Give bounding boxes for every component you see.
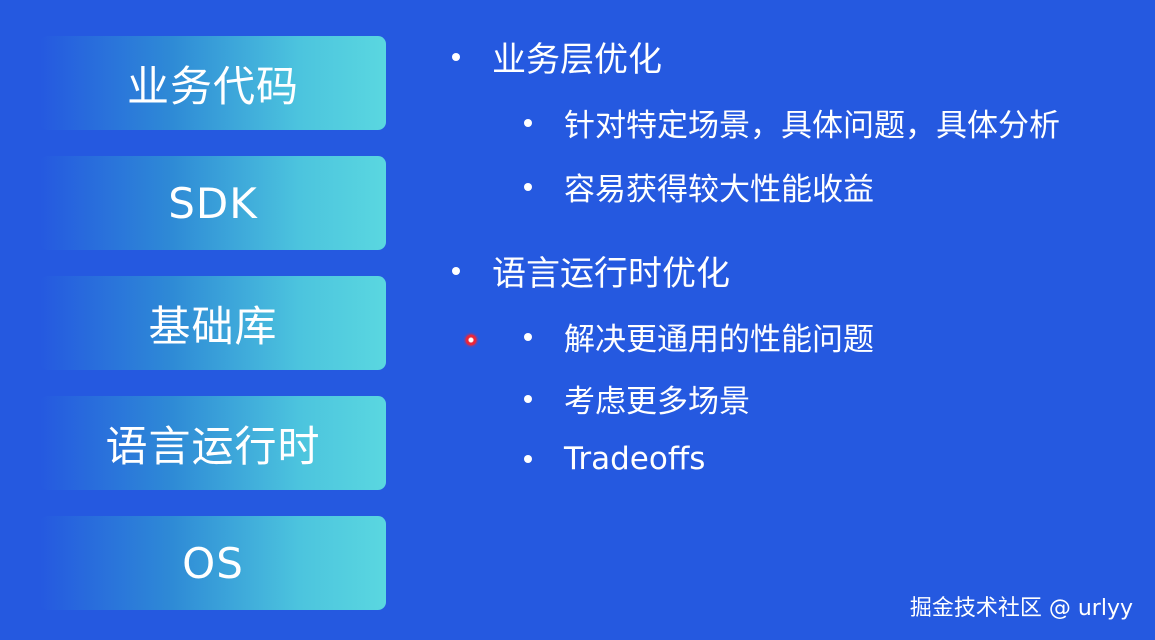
list-item-text: 针对特定场景，具体问题，具体分析 — [564, 108, 1060, 144]
bullet-icon — [524, 394, 532, 403]
optimization-list: 业务层优化 针对特定场景，具体问题，具体分析 容易获得较大性能收益 语言运行时优… — [440, 0, 1155, 640]
list-item: 容易获得较大性能收益 — [524, 164, 874, 209]
layer-os: OS — [40, 516, 386, 610]
layer-label: 语言运行时 — [105, 421, 321, 471]
layer-label: 业务代码 — [126, 61, 299, 111]
layer-label: SDK — [168, 178, 258, 228]
bullet-icon — [524, 182, 532, 191]
layer-stack: 业务代码 SDK 基础库 语言运行时 OS — [0, 0, 400, 640]
section-title: 语言运行时优化 — [492, 254, 730, 294]
layer-label: 基础库 — [148, 301, 278, 351]
bullet-icon — [452, 52, 460, 61]
bullet-icon — [524, 455, 532, 463]
bullet-icon — [524, 332, 532, 341]
pointer-highlight-icon — [463, 332, 479, 348]
layer-sdk: SDK — [40, 156, 386, 250]
list-item-text: Tradeoffs — [564, 441, 706, 477]
layer-base-library: 基础库 — [40, 276, 386, 370]
bullet-icon — [524, 118, 532, 127]
list-item: 考虑更多场景 — [524, 376, 750, 421]
section-title: 业务层优化 — [492, 40, 662, 80]
watermark: 掘金技术社区 @ urlyy — [909, 596, 1133, 621]
list-item-text: 解决更通用的性能问题 — [564, 322, 874, 358]
layer-label: OS — [182, 538, 244, 588]
list-item-text: 容易获得较大性能收益 — [564, 172, 874, 208]
layer-business-code: 业务代码 — [40, 36, 386, 130]
bullet-icon — [452, 266, 460, 275]
list-item: 解决更通用的性能问题 — [524, 314, 874, 359]
section-heading: 语言运行时优化 — [452, 246, 730, 295]
list-item-text: 考虑更多场景 — [564, 384, 750, 420]
list-item: 针对特定场景，具体问题，具体分析 — [524, 100, 1060, 145]
list-item: Tradeoffs — [524, 441, 705, 477]
layer-language-runtime: 语言运行时 — [40, 396, 386, 490]
section-heading: 业务层优化 — [452, 32, 662, 81]
